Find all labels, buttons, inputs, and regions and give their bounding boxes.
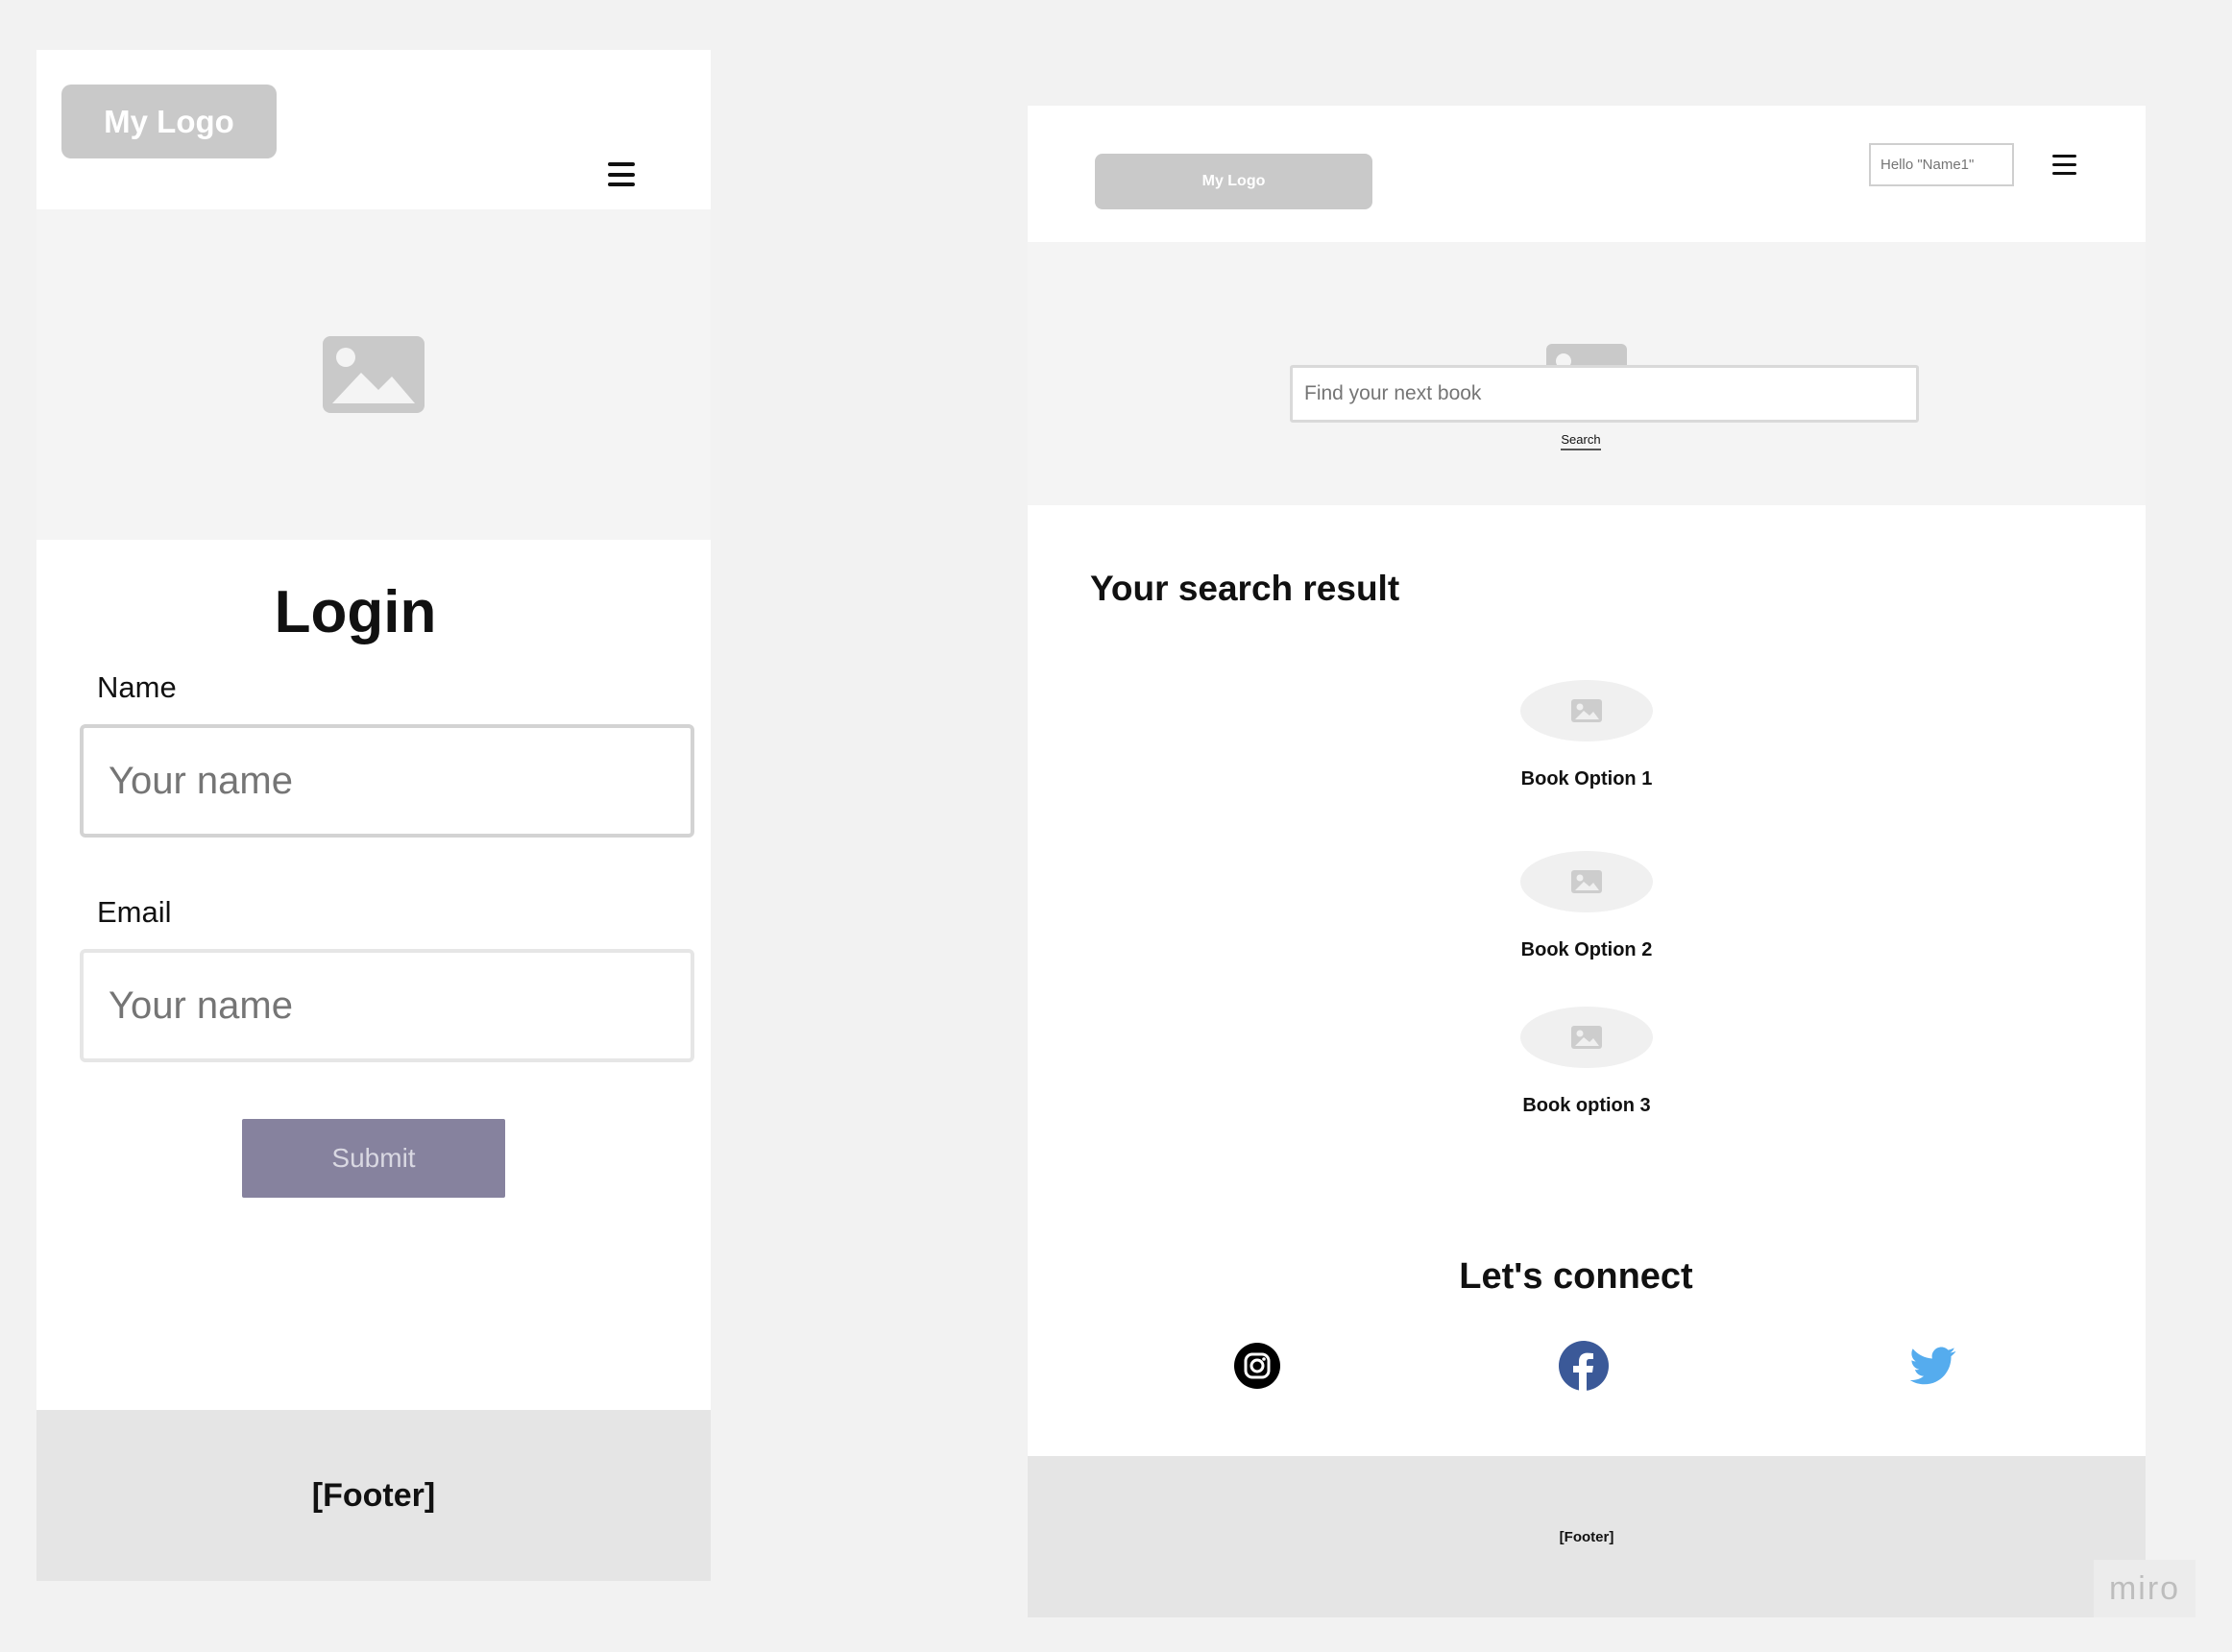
book-label[interactable]: Book option 3 <box>1450 1095 1723 1117</box>
search-input[interactable] <box>1290 365 1919 423</box>
email-input[interactable] <box>80 949 694 1062</box>
connect-title: Let's connect <box>1459 1256 1693 1297</box>
miro-watermark: miro <box>2094 1560 2196 1617</box>
logo-button[interactable]: My Logo <box>1095 154 1372 209</box>
mobile-header: My Logo <box>36 50 711 209</box>
login-title: Login <box>274 579 437 645</box>
hero-banner <box>36 209 711 540</box>
book-label[interactable]: Book Option 1 <box>1450 768 1723 790</box>
facebook-icon[interactable] <box>1559 1341 1609 1391</box>
email-label: Email <box>97 895 172 929</box>
greeting-field[interactable] <box>1869 143 2014 186</box>
book-label[interactable]: Book Option 2 <box>1450 939 1723 961</box>
name-input[interactable] <box>80 724 694 838</box>
name-label: Name <box>97 670 177 704</box>
image-placeholder-icon <box>323 336 425 413</box>
desktop-footer: [Footer] <box>1028 1456 2146 1617</box>
logo-button[interactable]: My Logo <box>61 85 277 158</box>
instagram-icon[interactable] <box>1234 1343 1280 1389</box>
hamburger-menu-icon[interactable] <box>2052 155 2076 175</box>
footer-text: [Footer] <box>311 1476 436 1514</box>
desktop-frame: My Logo Search Your search result Book O… <box>1028 106 2146 1617</box>
results-title: Your search result <box>1090 569 1400 608</box>
book-thumbnail[interactable] <box>1520 1007 1653 1068</box>
footer-text: [Footer] <box>1559 1528 1614 1545</box>
twitter-icon[interactable] <box>1910 1347 1956 1385</box>
search-hero: Search <box>1028 242 2146 505</box>
image-placeholder-icon <box>1571 870 1602 893</box>
image-placeholder-icon <box>1571 699 1602 722</box>
submit-button[interactable]: Submit <box>242 1119 505 1198</box>
hamburger-menu-icon[interactable] <box>608 162 635 186</box>
mobile-footer: [Footer] <box>36 1410 711 1581</box>
watermark-text: miro <box>2108 1569 2181 1607</box>
image-placeholder-icon <box>1546 344 1627 367</box>
book-thumbnail[interactable] <box>1520 680 1653 741</box>
search-button[interactable]: Search <box>1561 432 1601 450</box>
book-thumbnail[interactable] <box>1520 851 1653 912</box>
image-placeholder-icon <box>1571 1026 1602 1049</box>
mobile-frame: My Logo Login Name Email Submit [Footer] <box>36 50 711 1581</box>
